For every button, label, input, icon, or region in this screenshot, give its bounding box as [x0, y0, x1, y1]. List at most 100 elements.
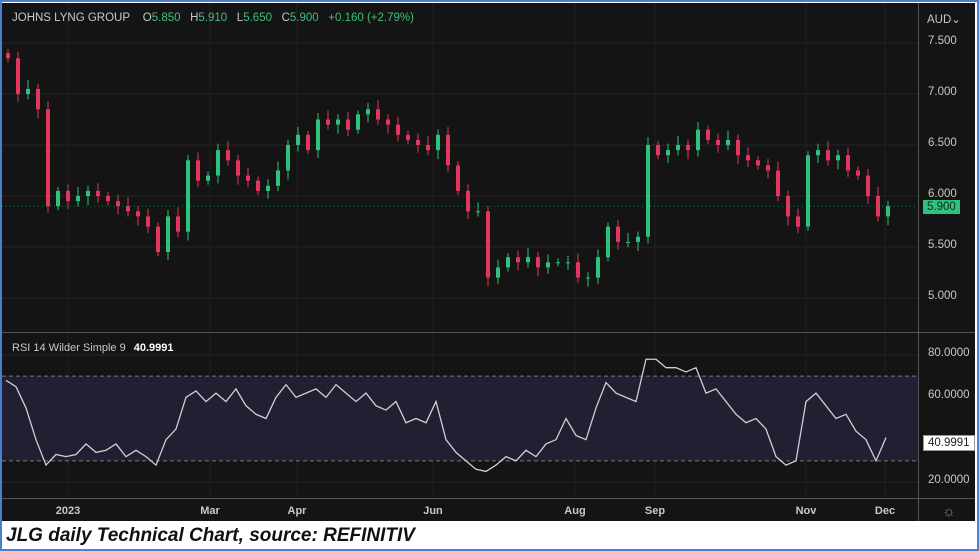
candle-body — [136, 211, 140, 217]
candle-body — [526, 257, 530, 263]
close-value: 5.900 — [289, 12, 319, 24]
candle-body — [556, 262, 560, 264]
settings-gear-icon[interactable]: ☼ — [942, 503, 956, 520]
time-tick-label: Dec — [874, 505, 896, 517]
rsi-tick-label: 20.0000 — [928, 474, 970, 487]
candle-body — [76, 196, 80, 202]
candle-body — [316, 119, 320, 151]
candle-body — [596, 257, 600, 278]
price-tick-label: 6.500 — [928, 137, 957, 149]
candle-body — [576, 262, 580, 278]
candle-body — [886, 206, 890, 217]
candle-body — [496, 267, 500, 278]
currency-selector[interactable]: AUD⌄ — [927, 12, 961, 26]
candle-body — [276, 170, 280, 186]
candle-body — [226, 150, 230, 161]
candle-body — [616, 226, 620, 242]
candle-body — [686, 145, 690, 151]
change-value: +0.160 (+2.79%) — [328, 12, 414, 24]
candle-body — [726, 139, 730, 145]
candle-body — [296, 134, 300, 145]
candle-body — [66, 190, 70, 202]
price-tick-label: 5.500 — [928, 239, 957, 251]
candle-body — [146, 216, 150, 227]
candle-body — [856, 170, 860, 176]
candle-body — [56, 190, 60, 207]
candle-body — [806, 155, 810, 227]
candle-body — [506, 257, 510, 268]
rsi-tick-label: 80.0000 — [928, 347, 970, 359]
candle-body — [86, 190, 90, 196]
rsi-label: RSI 14 Wilder Simple 9 — [12, 342, 126, 354]
candle-body — [406, 134, 410, 140]
candle-body — [36, 88, 40, 110]
candle-body — [356, 114, 360, 130]
candle-body — [446, 134, 450, 166]
candle-body — [426, 145, 430, 151]
candle-body — [766, 165, 770, 171]
candle-body — [216, 150, 220, 176]
candle-body — [256, 180, 260, 191]
open-value: 5.850 — [151, 12, 181, 24]
chevron-down-icon: ⌄ — [951, 14, 961, 26]
price-tick-label: 7.000 — [928, 86, 957, 98]
candle-body — [346, 119, 350, 130]
rsi-tick-label: 60.0000 — [928, 389, 970, 402]
candle-body — [696, 129, 700, 151]
candle-body — [26, 88, 30, 94]
candle-body — [396, 124, 400, 135]
rsi-band — [2, 376, 918, 461]
candle-body — [676, 145, 680, 151]
chart-canvas[interactable] — [2, 3, 975, 521]
candle-body — [116, 201, 120, 207]
chart-container: JOHNS LYNG GROUP O5.850 H5.910 L5.650 C5… — [2, 3, 975, 521]
candle-body — [336, 119, 340, 125]
candle-body — [706, 129, 710, 140]
candle-body — [566, 262, 570, 264]
candle-body — [246, 175, 250, 181]
rsi-header: RSI 14 Wilder Simple 9 40.9991 — [12, 342, 173, 354]
candle-body — [716, 139, 720, 145]
low-value: 5.650 — [243, 12, 272, 24]
candle-body — [626, 241, 630, 243]
candle-body — [196, 160, 200, 181]
candle-body — [796, 216, 800, 227]
candle-body — [736, 139, 740, 156]
price-tick-label: 6.000 — [928, 188, 957, 200]
candle-body — [456, 165, 460, 191]
candle-body — [366, 109, 370, 115]
candle-body — [846, 155, 850, 171]
rsi-value: 40.9991 — [133, 342, 174, 354]
candle-body — [306, 134, 310, 151]
candle-body — [636, 236, 640, 242]
time-tick-label: Nov — [795, 505, 817, 517]
candle-body — [776, 170, 780, 196]
candle-body — [266, 185, 270, 191]
ohlc-header: JOHNS LYNG GROUP O5.850 H5.910 L5.650 C5… — [12, 12, 414, 24]
time-tick-label: 2023 — [55, 505, 81, 517]
candle-body — [646, 145, 650, 237]
candle-body — [866, 175, 870, 196]
candle-body — [606, 226, 610, 258]
candle-body — [816, 150, 820, 156]
candle-body — [516, 257, 520, 263]
candle-body — [476, 211, 480, 213]
last-price-tag: 5.900 — [923, 200, 960, 214]
candle-body — [166, 216, 170, 253]
time-tick-label: Aug — [564, 505, 586, 517]
candle-body — [236, 160, 240, 176]
candle-body — [586, 277, 590, 279]
candle-body — [746, 155, 750, 161]
figure-caption: JLG daily Technical Chart, source: REFIN… — [6, 525, 415, 546]
high-value: 5.910 — [198, 12, 228, 24]
time-tick-label: Sep — [644, 505, 666, 517]
candle-body — [756, 160, 760, 166]
candle-body — [206, 175, 210, 181]
candle-body — [126, 206, 130, 212]
candle-body — [376, 109, 380, 120]
candle-body — [326, 119, 330, 125]
price-tick-label: 5.000 — [928, 290, 957, 302]
candle-body — [386, 119, 390, 125]
time-tick-label: Jun — [423, 505, 443, 517]
close-label: C — [281, 12, 290, 24]
